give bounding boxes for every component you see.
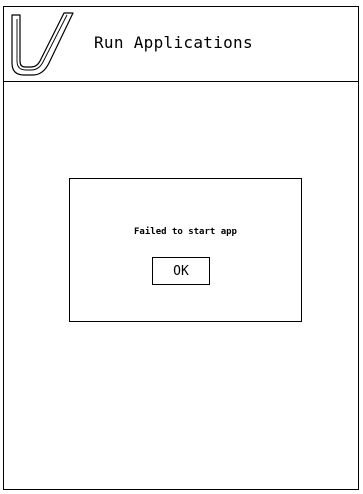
app-header: Run Applications	[4, 7, 358, 82]
main-content: Failed to start app OK	[4, 82, 358, 489]
app-window: Run Applications Failed to start app OK	[3, 6, 359, 490]
error-message: Failed to start app	[134, 227, 237, 237]
error-dialog: Failed to start app OK	[69, 178, 302, 322]
v-logo-icon	[9, 9, 75, 79]
ok-button[interactable]: OK	[152, 257, 210, 285]
page-title: Run Applications	[94, 33, 253, 52]
